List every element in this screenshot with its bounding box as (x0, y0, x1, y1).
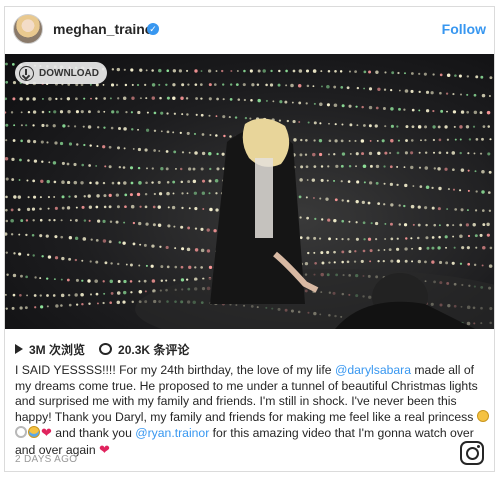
views-count: 3M 次浏览 (29, 342, 86, 357)
post-caption: I SAID YESSSS!!!! For my 24th birthday, … (15, 363, 490, 459)
caption-text: and thank you (51, 426, 136, 441)
comment-icon[interactable] (99, 343, 113, 355)
crying-face-icon (476, 409, 489, 422)
avatar[interactable] (13, 14, 43, 44)
play-icon (15, 344, 23, 354)
caption-text: I SAID YESSSS!!!! For my 24th birthday, … (15, 363, 335, 377)
instagram-post-card: meghan_trainor ✓ Follow DOWNLOAD 3M 次浏览 … (4, 6, 495, 472)
verified-badge-icon: ✓ (147, 23, 159, 35)
download-icon (19, 65, 34, 81)
instagram-icon[interactable] (460, 441, 484, 465)
video-player[interactable]: DOWNLOAD (5, 54, 494, 329)
ring-icon (15, 426, 27, 439)
heart-icon: ❤ (99, 441, 110, 457)
heart-icon: ❤ (41, 425, 52, 441)
timestamp[interactable]: 2 DAYS AGO (15, 454, 77, 465)
video-frame-image (5, 62, 494, 329)
username[interactable]: meghan_trainor (53, 21, 159, 37)
download-button[interactable]: DOWNLOAD (15, 62, 107, 84)
follow-button[interactable]: Follow (442, 21, 486, 37)
mention-link[interactable]: @darylsabara (335, 363, 411, 377)
post-header: meghan_trainor ✓ Follow (5, 7, 494, 53)
sob-face-icon (28, 426, 40, 439)
mention-link[interactable]: @ryan.trainor (135, 426, 209, 440)
comments-count[interactable]: 20.3K 条评论 (118, 341, 189, 358)
download-label: DOWNLOAD (39, 67, 99, 79)
post-stats: 3M 次浏览 20.3K 条评论 (15, 340, 189, 358)
